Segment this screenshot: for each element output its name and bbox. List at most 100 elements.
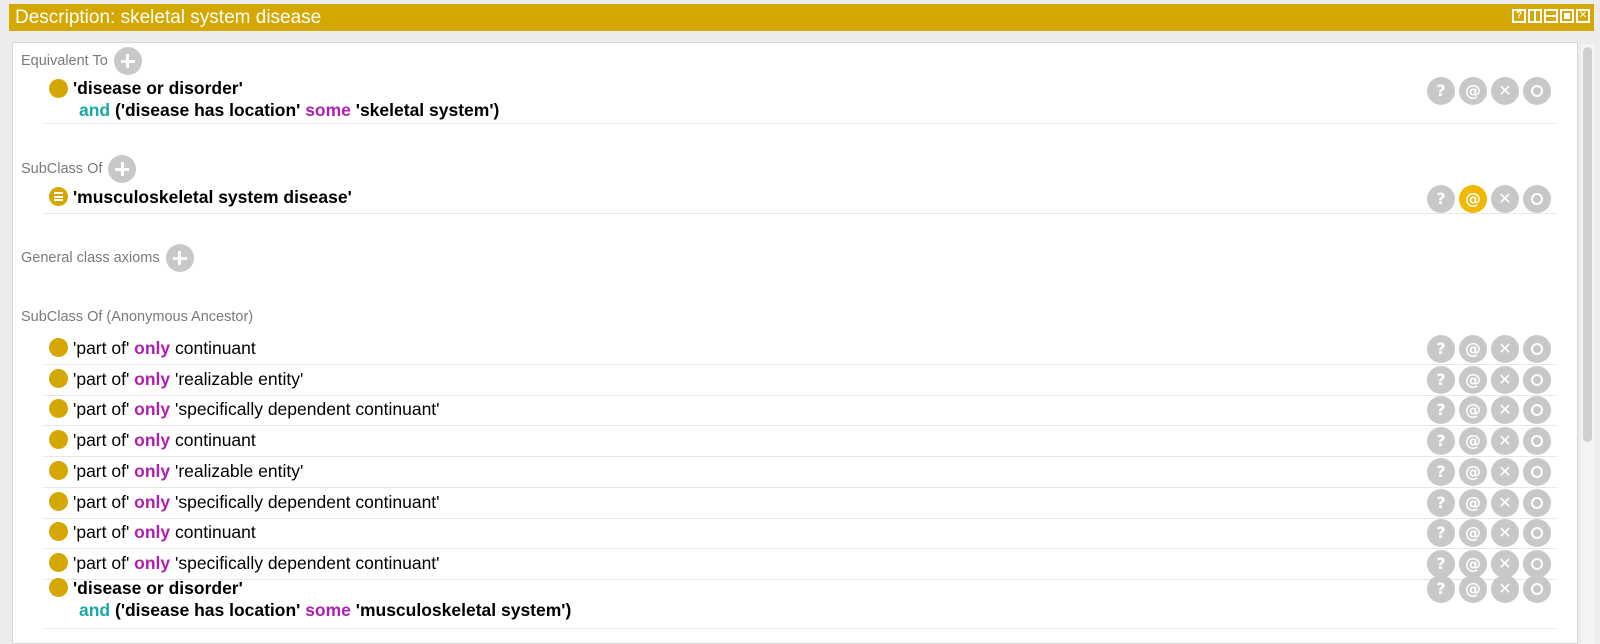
- edit-button[interactable]: [1523, 488, 1551, 517]
- equivalent-expression: 'disease or disorder' and ('disease has …: [73, 77, 499, 121]
- edit-button[interactable]: [1523, 457, 1551, 486]
- section-anonymous-ancestor: SubClass Of (Anonymous Ancestor): [21, 309, 253, 325]
- add-equivalent-button[interactable]: [113, 47, 142, 75]
- ancestor-expression: 'part of' only 'realizable entity': [73, 368, 303, 390]
- delete-button[interactable]: ✕: [1491, 457, 1519, 486]
- expr-part: 'part of': [73, 552, 135, 573]
- keyword-only: only: [134, 430, 171, 451]
- subclass-row[interactable]: 'musculoskeletal system disease' ? @ ✕: [43, 184, 1557, 214]
- keyword-only: only: [134, 460, 171, 481]
- equivalent-row[interactable]: 'disease or disorder' and ('disease has …: [43, 75, 1557, 124]
- section-subclass-of: SubClass Of: [21, 155, 137, 183]
- maximize-button[interactable]: [1560, 9, 1574, 23]
- explain-button[interactable]: ?: [1427, 427, 1455, 456]
- annotated-class-icon: [49, 187, 68, 206]
- delete-button[interactable]: ✕: [1491, 427, 1519, 456]
- ancestor-row[interactable]: 'part of' only 'specifically dependent c…: [43, 488, 1557, 519]
- edit-button[interactable]: [1523, 519, 1551, 548]
- delete-button[interactable]: ✕: [1491, 185, 1519, 213]
- delete-button[interactable]: ✕: [1491, 549, 1519, 578]
- edit-button[interactable]: [1523, 396, 1551, 425]
- split-vertical-button[interactable]: [1528, 9, 1542, 23]
- expr-part: 'musculoskeletal system'): [350, 600, 572, 620]
- keyword-only: only: [134, 491, 171, 512]
- expr-line1: 'disease or disorder': [73, 578, 243, 598]
- window-title: Description: skeletal system disease: [15, 7, 322, 28]
- split-horizontal-button[interactable]: [1544, 9, 1558, 23]
- edit-button[interactable]: [1523, 575, 1551, 603]
- ancestor-row[interactable]: 'part of' only 'realizable entity'? @ ✕: [43, 457, 1557, 488]
- expr-part: 'part of': [73, 399, 135, 420]
- ancestor-row[interactable]: 'part of' only continuant? @ ✕: [43, 426, 1557, 458]
- expr-line1: 'disease or disorder': [73, 78, 243, 98]
- ancestor-row-disease[interactable]: 'disease or disorder' and ('disease has …: [43, 575, 1557, 629]
- annotate-button[interactable]: @: [1459, 549, 1487, 578]
- delete-button[interactable]: ✕: [1491, 77, 1519, 105]
- explain-button[interactable]: ?: [1427, 77, 1455, 105]
- edit-button[interactable]: [1523, 185, 1551, 213]
- keyword-and: and: [79, 600, 111, 620]
- edit-button[interactable]: [1523, 365, 1551, 394]
- ancestor-row[interactable]: 'part of' only 'specifically dependent c…: [43, 395, 1557, 427]
- scrollbar-thumb[interactable]: [1583, 47, 1592, 442]
- keyword-only: only: [134, 522, 171, 543]
- expr-part: continuant: [170, 430, 256, 451]
- delete-button[interactable]: ✕: [1491, 488, 1519, 517]
- delete-button[interactable]: ✕: [1491, 396, 1519, 425]
- delete-button[interactable]: ✕: [1491, 519, 1519, 548]
- explain-button[interactable]: ?: [1427, 365, 1455, 394]
- class-expression-icon: [49, 522, 68, 542]
- section-label: Equivalent To: [21, 53, 108, 69]
- edit-button[interactable]: [1523, 77, 1551, 105]
- explain-button[interactable]: ?: [1427, 335, 1455, 363]
- explain-button[interactable]: ?: [1427, 457, 1455, 486]
- annotate-button[interactable]: @: [1459, 519, 1487, 548]
- class-expression-icon: [49, 79, 68, 98]
- edit-button[interactable]: [1523, 335, 1551, 363]
- annotate-button[interactable]: @: [1459, 457, 1487, 486]
- add-general-axiom-button[interactable]: [165, 244, 194, 272]
- explain-button[interactable]: ?: [1427, 519, 1455, 548]
- window-buttons: ? ✕: [1512, 9, 1590, 23]
- explain-button[interactable]: ?: [1427, 575, 1455, 603]
- expr-part: 'specifically dependent continuant': [170, 491, 440, 512]
- delete-button[interactable]: ✕: [1491, 575, 1519, 603]
- expr-part: 'part of': [73, 338, 135, 358]
- row-actions: ? @ ✕: [1427, 427, 1551, 456]
- expr-part: 'realizable entity': [170, 368, 304, 389]
- ancestor-row[interactable]: 'part of' only 'realizable entity'? @ ✕: [43, 365, 1557, 396]
- ancestor-expression: 'part of' only continuant: [73, 337, 256, 359]
- annotate-button[interactable]: @: [1459, 365, 1487, 394]
- section-general-axioms: General class axioms: [21, 244, 194, 272]
- ancestor-expression: 'part of' only continuant: [73, 429, 256, 451]
- annotate-button[interactable]: @: [1459, 396, 1487, 425]
- explain-button[interactable]: ?: [1427, 185, 1455, 213]
- explain-button[interactable]: ?: [1427, 549, 1455, 578]
- add-subclass-button[interactable]: [108, 155, 137, 183]
- class-expression-icon: [49, 368, 68, 388]
- vertical-scrollbar[interactable]: [1581, 44, 1595, 644]
- delete-button[interactable]: ✕: [1491, 365, 1519, 394]
- annotate-button[interactable]: @: [1459, 427, 1487, 456]
- close-window-button[interactable]: ✕: [1576, 9, 1590, 23]
- help-window-button[interactable]: ?: [1512, 9, 1526, 23]
- edit-button[interactable]: [1523, 427, 1551, 456]
- annotate-button[interactable]: @: [1459, 575, 1487, 603]
- annotate-button[interactable]: @: [1459, 488, 1487, 517]
- ancestor-expression: 'part of' only 'specifically dependent c…: [73, 552, 440, 574]
- explain-button[interactable]: ?: [1427, 396, 1455, 425]
- expr-part: 'part of': [73, 460, 135, 481]
- annotate-button[interactable]: @: [1459, 77, 1487, 105]
- ancestor-row[interactable]: 'part of' only continuant? @ ✕: [43, 518, 1557, 550]
- annotate-button[interactable]: @: [1459, 335, 1487, 363]
- ancestor-row[interactable]: 'part of' only continuant? @ ✕: [43, 334, 1557, 365]
- edit-button[interactable]: [1523, 549, 1551, 578]
- annotate-button-active[interactable]: @: [1459, 185, 1487, 213]
- expr-line2: and ('disease has location' some 'muscul…: [73, 599, 571, 621]
- row-actions: ? @ ✕: [1427, 365, 1551, 394]
- keyword-and: and: [79, 100, 111, 120]
- explain-button[interactable]: ?: [1427, 488, 1455, 517]
- delete-button[interactable]: ✕: [1491, 335, 1519, 363]
- keyword-some: some: [305, 600, 351, 620]
- section-label: SubClass Of (Anonymous Ancestor): [21, 309, 254, 325]
